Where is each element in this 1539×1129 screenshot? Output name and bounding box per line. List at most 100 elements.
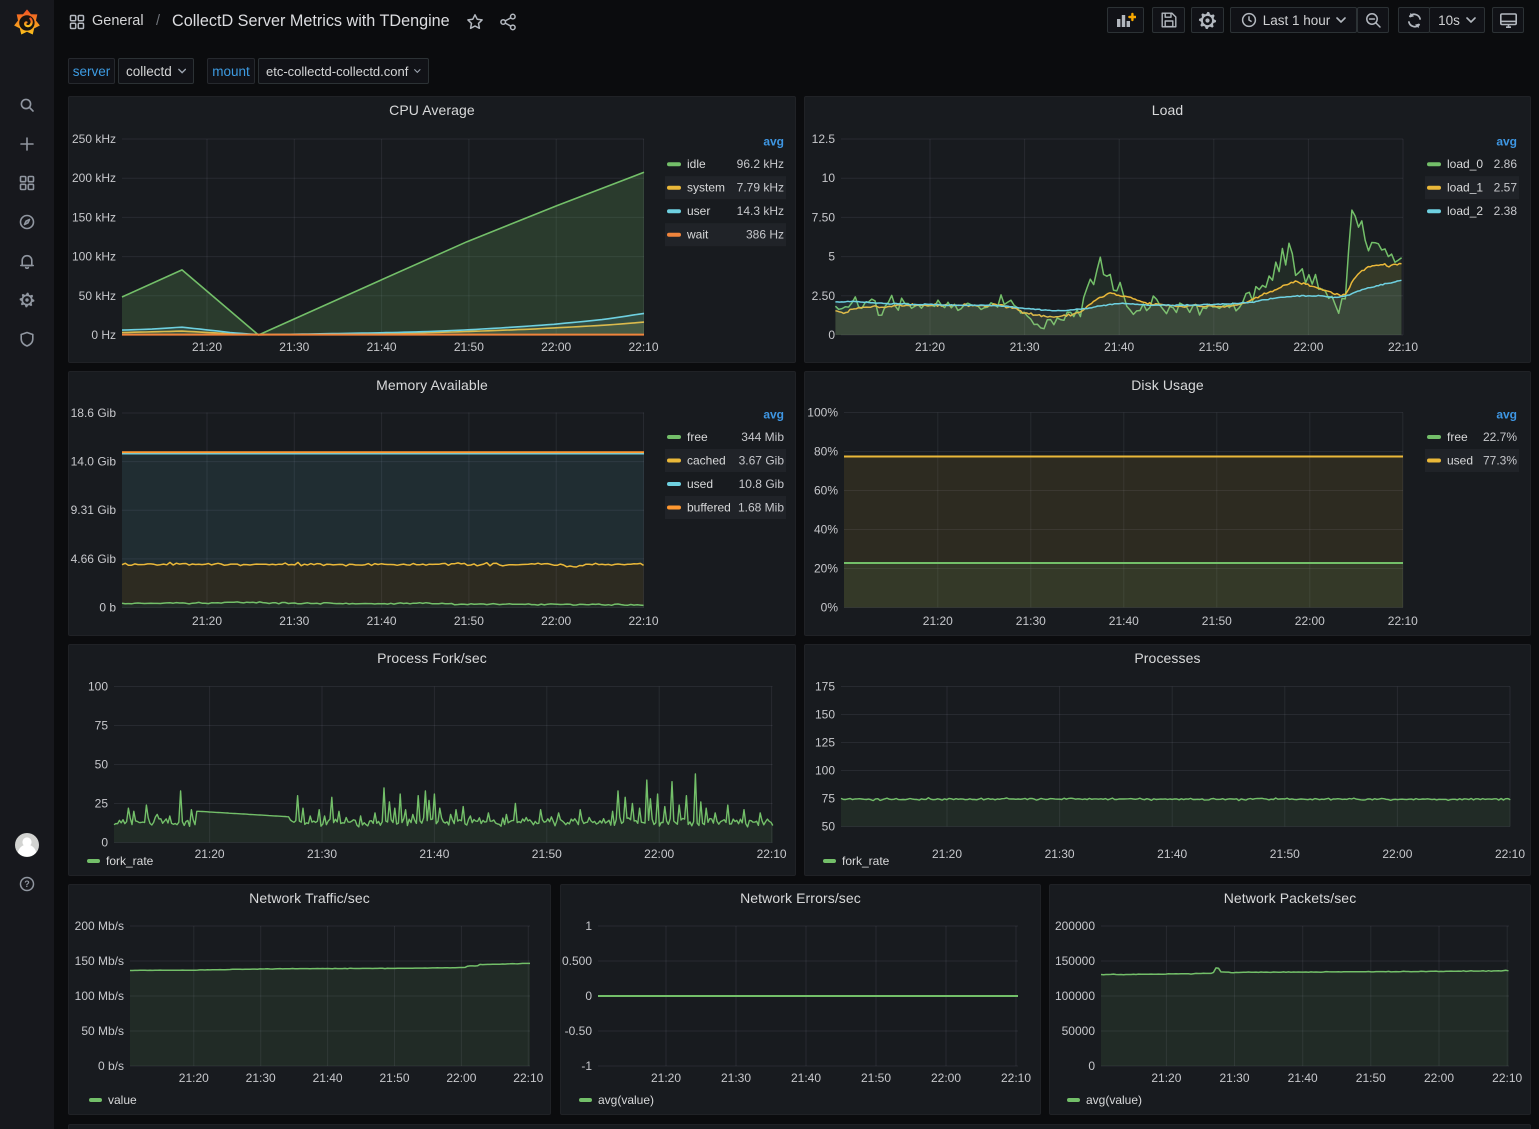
- svg-text:50: 50: [95, 758, 109, 772]
- svg-text:user: user: [687, 204, 710, 218]
- svg-text:21:20: 21:20: [932, 847, 962, 861]
- svg-text:2.57: 2.57: [1494, 181, 1518, 195]
- svg-text:22:00: 22:00: [541, 614, 571, 628]
- svg-text:21:20: 21:20: [179, 1071, 209, 1085]
- svg-text:22:00: 22:00: [446, 1071, 476, 1085]
- svg-text:150000: 150000: [1055, 954, 1095, 968]
- svg-text:386 Hz: 386 Hz: [746, 228, 784, 242]
- svg-text:-1: -1: [581, 1059, 592, 1073]
- svg-text:-0.50: -0.50: [565, 1024, 593, 1038]
- svg-text:21:40: 21:40: [419, 847, 449, 861]
- svg-text:21:40: 21:40: [1157, 847, 1187, 861]
- svg-text:free: free: [687, 430, 708, 444]
- svg-text:22:00: 22:00: [1293, 340, 1323, 354]
- svg-text:1: 1: [585, 919, 592, 933]
- svg-text:22:10: 22:10: [1492, 1071, 1522, 1085]
- svg-text:10.8 Gib: 10.8 Gib: [739, 477, 785, 491]
- svg-text:50000: 50000: [1062, 1024, 1096, 1038]
- svg-text:2.50: 2.50: [812, 289, 836, 303]
- svg-text:21:50: 21:50: [1199, 340, 1229, 354]
- svg-text:21:30: 21:30: [721, 1071, 751, 1085]
- svg-text:100 kHz: 100 kHz: [72, 250, 116, 264]
- svg-text:22:10: 22:10: [628, 614, 658, 628]
- svg-text:?: ?: [24, 879, 30, 889]
- svg-text:21:20: 21:20: [195, 847, 225, 861]
- svg-text:7.79 kHz: 7.79 kHz: [737, 181, 784, 195]
- svg-text:22.7%: 22.7%: [1483, 430, 1517, 444]
- svg-text:22:00: 22:00: [1424, 1071, 1454, 1085]
- svg-text:10: 10: [822, 171, 836, 185]
- svg-text:value: value: [108, 1093, 137, 1107]
- svg-text:77.3%: 77.3%: [1483, 454, 1517, 468]
- svg-text:21:50: 21:50: [454, 614, 484, 628]
- svg-text:wait: wait: [686, 228, 709, 242]
- svg-text:fork_rate: fork_rate: [106, 854, 154, 868]
- svg-text:21:40: 21:40: [367, 614, 397, 628]
- svg-text:avg(value): avg(value): [1086, 1093, 1142, 1107]
- svg-text:21:30: 21:30: [1219, 1071, 1249, 1085]
- svg-text:12.5: 12.5: [812, 132, 836, 146]
- svg-text:200 Mb/s: 200 Mb/s: [75, 919, 124, 933]
- svg-text:150: 150: [815, 708, 835, 722]
- svg-text:buffered: buffered: [687, 501, 731, 515]
- svg-text:load_0: load_0: [1447, 157, 1483, 171]
- svg-text:21:30: 21:30: [246, 1071, 276, 1085]
- svg-text:21:30: 21:30: [1016, 614, 1046, 628]
- svg-text:21:40: 21:40: [1109, 614, 1139, 628]
- svg-text:21:40: 21:40: [791, 1071, 821, 1085]
- svg-text:0 Hz: 0 Hz: [91, 328, 116, 342]
- svg-text:0: 0: [585, 989, 592, 1003]
- svg-text:21:20: 21:20: [192, 340, 222, 354]
- svg-text:21:20: 21:20: [923, 614, 953, 628]
- svg-text:100%: 100%: [807, 406, 838, 420]
- svg-text:3.67 Gib: 3.67 Gib: [739, 454, 785, 468]
- svg-text:21:50: 21:50: [861, 1071, 891, 1085]
- svg-text:100000: 100000: [1055, 989, 1095, 1003]
- svg-text:21:50: 21:50: [532, 847, 562, 861]
- svg-text:50 Mb/s: 50 Mb/s: [81, 1024, 124, 1038]
- svg-text:22:10: 22:10: [1495, 847, 1525, 861]
- svg-text:21:20: 21:20: [651, 1071, 681, 1085]
- svg-text:0: 0: [101, 836, 108, 850]
- svg-text:21:20: 21:20: [1151, 1071, 1181, 1085]
- svg-text:175: 175: [815, 680, 835, 694]
- svg-text:0: 0: [828, 328, 835, 342]
- svg-text:100: 100: [815, 764, 835, 778]
- svg-text:21:30: 21:30: [1010, 340, 1040, 354]
- svg-text:7.50: 7.50: [812, 210, 836, 224]
- svg-text:0 b/s: 0 b/s: [98, 1059, 124, 1073]
- svg-text:50: 50: [822, 820, 836, 834]
- svg-text:2.86: 2.86: [1494, 157, 1518, 171]
- svg-text:idle: idle: [687, 157, 706, 171]
- svg-text:0.500: 0.500: [562, 954, 592, 968]
- svg-text:21:50: 21:50: [1270, 847, 1300, 861]
- svg-text:22:00: 22:00: [541, 340, 571, 354]
- svg-text:21:20: 21:20: [915, 340, 945, 354]
- svg-text:60%: 60%: [814, 484, 838, 498]
- svg-text:avg(value): avg(value): [598, 1093, 654, 1107]
- svg-text:25: 25: [95, 797, 109, 811]
- svg-text:9.31 Gib: 9.31 Gib: [71, 503, 117, 517]
- svg-text:avg: avg: [763, 135, 784, 149]
- svg-text:75: 75: [95, 719, 109, 733]
- svg-text:100 Mb/s: 100 Mb/s: [75, 989, 124, 1003]
- svg-text:75: 75: [822, 792, 836, 806]
- svg-text:14.3 kHz: 14.3 kHz: [737, 204, 784, 218]
- svg-text:system: system: [687, 181, 725, 195]
- svg-text:fork_rate: fork_rate: [842, 854, 890, 868]
- svg-text:14.0 Gib: 14.0 Gib: [71, 455, 117, 469]
- svg-text:avg: avg: [1496, 408, 1517, 422]
- svg-text:free: free: [1447, 430, 1468, 444]
- svg-text:21:50: 21:50: [1202, 614, 1232, 628]
- svg-text:used: used: [687, 477, 713, 491]
- svg-text:22:00: 22:00: [931, 1071, 961, 1085]
- svg-text:21:30: 21:30: [279, 340, 309, 354]
- svg-text:200 kHz: 200 kHz: [72, 171, 116, 185]
- svg-text:0%: 0%: [821, 601, 839, 615]
- svg-text:250 kHz: 250 kHz: [72, 132, 116, 146]
- svg-text:21:40: 21:40: [367, 340, 397, 354]
- svg-text:22:00: 22:00: [1295, 614, 1325, 628]
- svg-text:150 kHz: 150 kHz: [72, 210, 116, 224]
- svg-text:21:40: 21:40: [1288, 1071, 1318, 1085]
- svg-text:21:40: 21:40: [313, 1071, 343, 1085]
